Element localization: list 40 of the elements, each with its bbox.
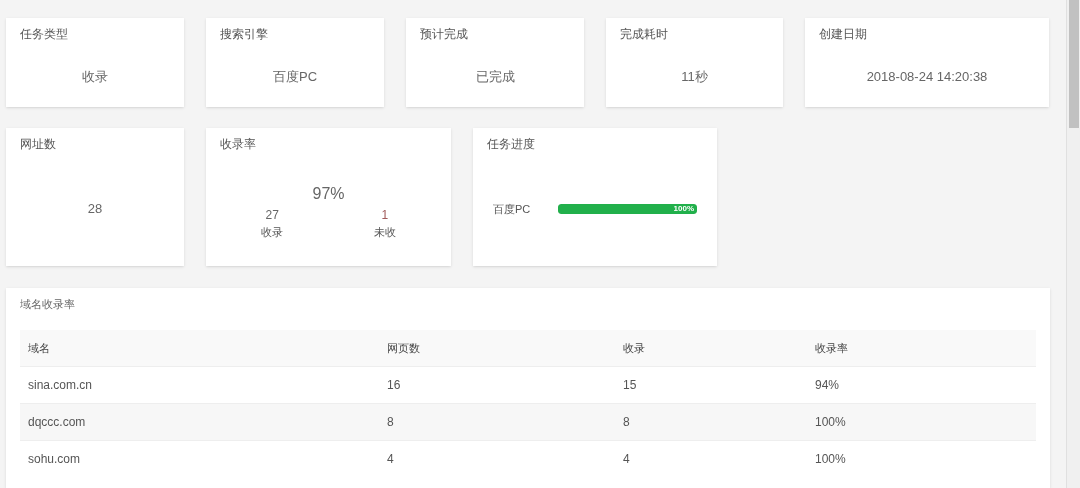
rate-value: 97%	[312, 184, 345, 204]
column-header: 网页数	[387, 340, 421, 356]
card-title: 创建日期	[818, 26, 868, 43]
table-cell-text: 100%	[815, 451, 847, 468]
card-title: 预计完成	[419, 26, 469, 43]
progress-label: 百度PC	[493, 202, 532, 217]
card-title: 收录率	[219, 136, 257, 153]
card-title: 完成耗时	[619, 26, 669, 43]
card-title: 搜索引擎	[219, 26, 269, 43]
stat-label: 未收	[373, 225, 396, 240]
card-title: 任务类型	[19, 26, 69, 43]
stat-label: 收录	[261, 225, 284, 240]
table-cell-text: sina.com.cn	[28, 377, 94, 394]
table-cell-text: 4	[623, 451, 631, 468]
table-cell-text: 16	[387, 377, 402, 394]
stat-number: 27	[265, 207, 279, 224]
table-title: 域名收录率	[20, 297, 75, 312]
card-value: 收录	[82, 68, 108, 86]
table-cell-text: 100%	[815, 414, 847, 431]
column-header: 收录率	[815, 340, 849, 356]
scrollbar-thumb[interactable]	[1068, 0, 1079, 128]
card-value: 11秒	[681, 68, 708, 86]
table-cell-text: 4	[387, 451, 395, 468]
column-header: 域名	[28, 340, 51, 356]
table-cell-text: 8	[387, 414, 395, 431]
table-cell-text: dqccc.com	[28, 414, 87, 431]
card-value: 已完成	[475, 68, 515, 86]
table-cell-text: 15	[623, 377, 638, 394]
stat-number: 1	[381, 207, 389, 224]
card-value: 28	[87, 200, 103, 218]
table-cell-text: sohu.com	[28, 451, 82, 468]
column-header: 收录	[623, 340, 646, 356]
table-cell-text: 8	[623, 414, 631, 431]
progress-reading: 100%	[673, 205, 694, 214]
card-title: 任务进度	[486, 136, 536, 153]
scrollbar[interactable]	[1066, 0, 1080, 488]
table-cell-text: 94%	[815, 377, 841, 394]
card-title: 网址数	[19, 136, 57, 153]
card-value: 2018-08-24 14:20:38	[866, 68, 988, 86]
card-value: 百度PC	[272, 68, 318, 86]
